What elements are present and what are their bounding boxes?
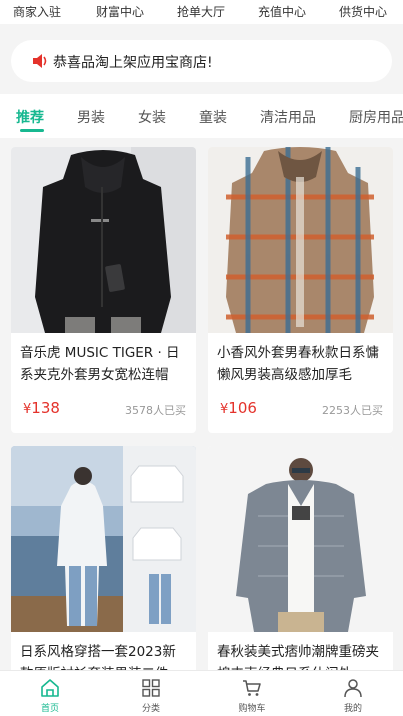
grid-icon: [142, 679, 160, 697]
product-price: ¥106: [220, 399, 257, 417]
notice-banner[interactable]: 恭喜品淘上架应用宝商店!: [11, 40, 392, 82]
product-card[interactable]: 音乐虎 MUSIC TIGER · 日系夹克外套男女宽松连帽 ¥138 3578…: [11, 147, 196, 433]
product-card[interactable]: 日系风格穿搭一套2023新款原版衬衫套装男装二件: [11, 446, 196, 676]
cart-icon: [243, 680, 261, 696]
product-image: [208, 446, 393, 632]
bottom-tab-category[interactable]: 分类: [111, 671, 191, 716]
notice-text: 恭喜品淘上架应用宝商店!: [53, 55, 213, 71]
bottom-tab-bar: 首页 分类 购物车 我的: [0, 670, 403, 716]
product-title: 小香风外套男春秋款日系慵懒风男装高级感加厚毛: [217, 345, 379, 383]
nav-item-merchant-join[interactable]: 商家入驻: [13, 3, 61, 20]
bottom-tab-label: 我的: [343, 704, 362, 714]
product-title: 音乐虎 MUSIC TIGER · 日系夹克外套男女宽松连帽: [20, 345, 180, 383]
tab-mens[interactable]: 男装: [77, 107, 105, 127]
bottom-tab-label: 购物车: [238, 704, 266, 714]
tab-recommend[interactable]: 推荐: [16, 107, 44, 127]
sold-count: 2253人已买: [322, 404, 383, 417]
home-icon: [41, 679, 59, 697]
notice-section: 恭喜品淘上架应用宝商店!: [0, 24, 403, 94]
tab-cleaning[interactable]: 清洁用品: [260, 107, 316, 127]
bottom-tab-home[interactable]: 首页: [10, 671, 90, 716]
active-tab-indicator: [20, 129, 44, 132]
nav-item-order-hall[interactable]: 抢单大厅: [177, 3, 225, 20]
product-card[interactable]: 春秋装美式痞帅潮牌重磅夹棉夹克经典日系休闲外: [208, 446, 393, 676]
product-card[interactable]: 小香风外套男春秋款日系慵懒风男装高级感加厚毛 ¥106 2253人已买: [208, 147, 393, 433]
tab-kitchen[interactable]: 厨房用品: [349, 107, 403, 127]
bottom-tab-profile[interactable]: 我的: [313, 671, 393, 716]
price-value: 138: [31, 399, 60, 417]
bottom-tab-label: 首页: [40, 704, 59, 714]
product-price: ¥138: [23, 399, 60, 417]
product-image: [208, 147, 393, 333]
tab-kids[interactable]: 童装: [199, 107, 227, 127]
tab-womens[interactable]: 女装: [138, 107, 166, 127]
bottom-tab-cart[interactable]: 购物车: [212, 671, 292, 716]
top-nav: 商家入驻 财富中心 抢单大厅 充值中心 供货中心: [0, 0, 403, 24]
bottom-tab-label: 分类: [141, 704, 160, 714]
product-image: [11, 147, 196, 333]
sold-count: 3578人已买: [125, 404, 186, 417]
product-image: [11, 446, 196, 632]
nav-item-supply-center[interactable]: 供货中心: [339, 3, 387, 20]
nav-item-wealth-center[interactable]: 财富中心: [96, 3, 144, 20]
speaker-icon: [33, 54, 47, 68]
user-icon: [344, 679, 362, 698]
price-value: 106: [228, 399, 257, 417]
category-tabs: 推荐 男装 女装 童装 清洁用品 厨房用品: [0, 94, 403, 138]
nav-item-recharge-center[interactable]: 充值中心: [258, 3, 306, 20]
